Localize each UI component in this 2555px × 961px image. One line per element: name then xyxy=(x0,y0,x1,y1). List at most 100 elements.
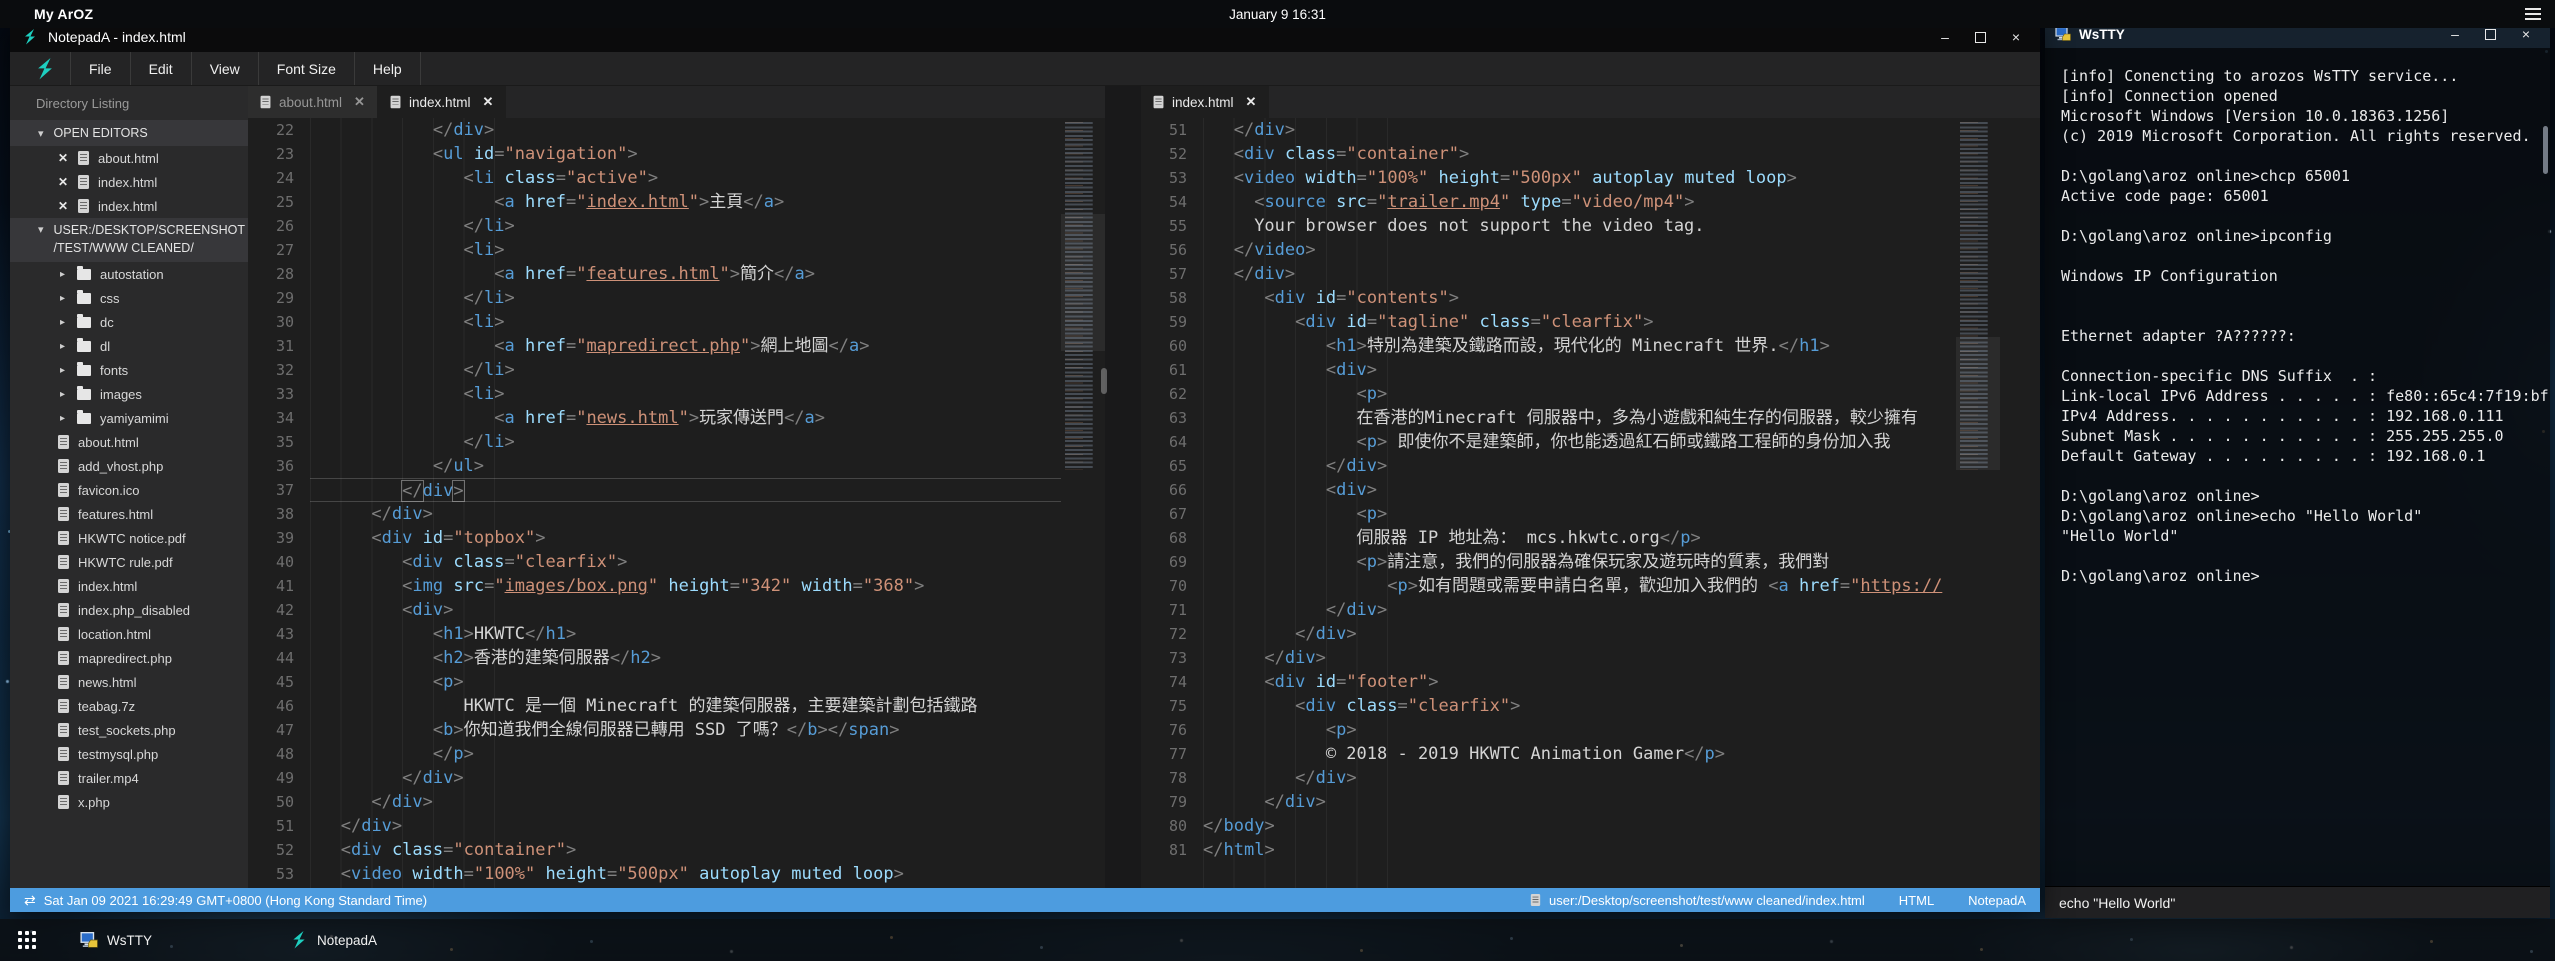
code-line-37[interactable]: </div> xyxy=(310,478,1061,502)
code-line-52[interactable]: <div class="container"> xyxy=(1203,142,1956,166)
code-line-49[interactable]: </div> xyxy=(310,766,1061,790)
code-line-22[interactable]: </div> xyxy=(310,118,1061,142)
code-line-74[interactable]: <div id="footer"> xyxy=(1203,670,1956,694)
code-line-56[interactable]: </video> xyxy=(1203,238,1956,262)
sidebar-folder[interactable]: ▸fonts xyxy=(10,358,248,382)
app-grid-icon[interactable] xyxy=(18,931,36,949)
code-line-71[interactable]: </div> xyxy=(1203,598,1956,622)
sidebar-file[interactable]: HKWTC rule.pdf xyxy=(10,550,248,574)
code-line-55[interactable]: Your browser does not support the video … xyxy=(1203,214,1956,238)
code-line-60[interactable]: <h1>特別為建築及鐵路而設，現代化的 Minecraft 世界.</h1> xyxy=(1203,334,1956,358)
code-line-40[interactable]: <div class="clearfix"> xyxy=(310,550,1061,574)
code-line-75[interactable]: <div class="clearfix"> xyxy=(1203,694,1956,718)
code-line-30[interactable]: <li> xyxy=(310,310,1061,334)
sidebar-file[interactable]: index.html xyxy=(10,574,248,598)
code-line-67[interactable]: <p> xyxy=(1203,502,1956,526)
code-line-68[interactable]: 伺服器 IP 地址為： mcs.hkwtc.org</p> xyxy=(1203,526,1956,550)
minimap-viewport[interactable] xyxy=(1956,337,2000,470)
code-line-38[interactable]: </div> xyxy=(310,502,1061,526)
code-line-26[interactable]: </li> xyxy=(310,214,1061,238)
code-line-69[interactable]: <p>請注意，我們的伺服器為確保玩家及遊玩時的質素，我們對 xyxy=(1203,550,1956,574)
code-line-80[interactable]: </body> xyxy=(1203,814,1956,838)
open-editors-section[interactable]: ▾ OPEN EDITORS xyxy=(10,120,248,146)
code-line-43[interactable]: <h1>HKWTC</h1> xyxy=(310,622,1061,646)
menu-view[interactable]: View xyxy=(192,52,259,85)
minimize-button[interactable]: – xyxy=(1937,29,1953,45)
code-line-23[interactable]: <ul id="navigation"> xyxy=(310,142,1061,166)
sidebar-file[interactable]: teabag.7z xyxy=(10,694,248,718)
code-line-54[interactable]: <source src="trailer.mp4" type="video/mp… xyxy=(1203,190,1956,214)
code-line-62[interactable]: <p> xyxy=(1203,382,1956,406)
close-button[interactable]: × xyxy=(2008,29,2024,45)
hamburger-menu-icon[interactable] xyxy=(2525,8,2541,20)
tab-close-icon[interactable]: ✕ xyxy=(354,94,365,110)
taskbar-item-notepada[interactable]: NotepadA xyxy=(280,927,387,953)
sidebar-file[interactable]: trailer.mp4 xyxy=(10,766,248,790)
code-line-48[interactable]: </p> xyxy=(310,742,1061,766)
terminal-scrollbar[interactable] xyxy=(2543,126,2548,174)
sidebar-folder[interactable]: ▸dl xyxy=(10,334,248,358)
code-line-72[interactable]: </div> xyxy=(1203,622,1956,646)
code-line-78[interactable]: </div> xyxy=(1203,766,1956,790)
divider-handle[interactable] xyxy=(1101,368,1107,394)
code-line-46[interactable]: HKWTC 是一個 Minecraft 的建築伺服器，主要建築計劃包括鐵路 xyxy=(310,694,1061,718)
sidebar-file[interactable]: HKWTC notice.pdf xyxy=(10,526,248,550)
code-line-28[interactable]: <a href="features.html">簡介</a> xyxy=(310,262,1061,286)
code-line-65[interactable]: </div> xyxy=(1203,454,1956,478)
sidebar-folder[interactable]: ▸yamiyamimi xyxy=(10,406,248,430)
code-line-27[interactable]: <li> xyxy=(310,238,1061,262)
sidebar-file[interactable]: features.html xyxy=(10,502,248,526)
code-line-50[interactable]: </div> xyxy=(310,790,1061,814)
code-line-45[interactable]: <p> xyxy=(310,670,1061,694)
code-line-59[interactable]: <div id="tagline" class="clearfix"> xyxy=(1203,310,1956,334)
code-line-70[interactable]: <p>如有問題或需要申請白名單，歡迎加入我們的 <a href="https:/… xyxy=(1203,574,1956,598)
sidebar-file[interactable]: index.php_disabled xyxy=(10,598,248,622)
code-line-35[interactable]: </li> xyxy=(310,430,1061,454)
code-line-34[interactable]: <a href="news.html">玩家傳送門</a> xyxy=(310,406,1061,430)
sidebar-file[interactable]: x.php xyxy=(10,790,248,814)
tab-close-icon[interactable]: ✕ xyxy=(1246,94,1257,110)
maximize-button[interactable] xyxy=(2485,29,2496,40)
sidebar-file[interactable]: testmysql.php xyxy=(10,742,248,766)
code-line-79[interactable]: </div> xyxy=(1203,790,1956,814)
close-icon[interactable]: ✕ xyxy=(56,175,70,189)
code-line-51[interactable]: </div> xyxy=(1203,118,1956,142)
code-line-53[interactable]: <video width="100%" height="500px" autop… xyxy=(1203,166,1956,190)
editor-tab-index.html[interactable]: index.html✕ xyxy=(1141,86,1269,118)
code-line-64[interactable]: <p> 即使你不是建築師，你也能透過紅石師或鐵路工程師的身份加入我 xyxy=(1203,430,1956,454)
code-line-57[interactable]: </div> xyxy=(1203,262,1956,286)
sidebar-file[interactable]: news.html xyxy=(10,670,248,694)
code-line-36[interactable]: </ul> xyxy=(310,454,1061,478)
code-line-61[interactable]: <div> xyxy=(1203,358,1956,382)
sidebar-file[interactable]: about.html xyxy=(10,430,248,454)
code-line-77[interactable]: © 2018 - 2019 HKWTC Animation Gamer</p> xyxy=(1203,742,1956,766)
sidebar-file[interactable]: test_sockets.php xyxy=(10,718,248,742)
pane-divider[interactable] xyxy=(1105,86,1141,888)
sidebar-file[interactable]: mapredirect.php xyxy=(10,646,248,670)
terminal-output[interactable]: [info] Conencting to arozos WsTTY servic… xyxy=(2045,48,2550,886)
close-icon[interactable]: ✕ xyxy=(56,199,70,213)
minimize-button[interactable]: – xyxy=(2447,26,2463,42)
minimap-left[interactable] xyxy=(1061,118,1105,888)
editor-tab-index.html[interactable]: index.html✕ xyxy=(378,86,506,118)
code-line-24[interactable]: <li class="active"> xyxy=(310,166,1061,190)
code-line-76[interactable]: <p> xyxy=(1203,718,1956,742)
code-line-53[interactable]: <video width="100%" height="500px" autop… xyxy=(310,862,1061,886)
terminal-input[interactable]: echo "Hello World" xyxy=(2045,886,2550,918)
taskbar-item-wstty[interactable]: WsTTY xyxy=(70,927,162,953)
code-line-42[interactable]: <div> xyxy=(310,598,1061,622)
code-line-39[interactable]: <div id="topbox"> xyxy=(310,526,1061,550)
menu-help[interactable]: Help xyxy=(355,52,421,85)
sidebar-file[interactable]: location.html xyxy=(10,622,248,646)
code-line-31[interactable]: <a href="mapredirect.php">網上地圖</a> xyxy=(310,334,1061,358)
code-line-25[interactable]: <a href="index.html">主頁</a> xyxy=(310,190,1061,214)
sidebar-file[interactable]: favicon.ico xyxy=(10,478,248,502)
workspace-section[interactable]: ▾ USER:/DESKTOP/SCREENSHOT /TEST/WWW CLE… xyxy=(10,218,248,262)
close-button[interactable]: × xyxy=(2518,26,2534,42)
menu-font-size[interactable]: Font Size xyxy=(259,52,355,85)
minimap-right[interactable] xyxy=(1956,118,2000,888)
code-line-58[interactable]: <div id="contents"> xyxy=(1203,286,1956,310)
code-line-29[interactable]: </li> xyxy=(310,286,1061,310)
open-editor-item[interactable]: ✕about.html xyxy=(10,146,248,170)
code-line-47[interactable]: <b>你知道我們全線伺服器已轉用 SSD 了嗎？</b></span> xyxy=(310,718,1061,742)
